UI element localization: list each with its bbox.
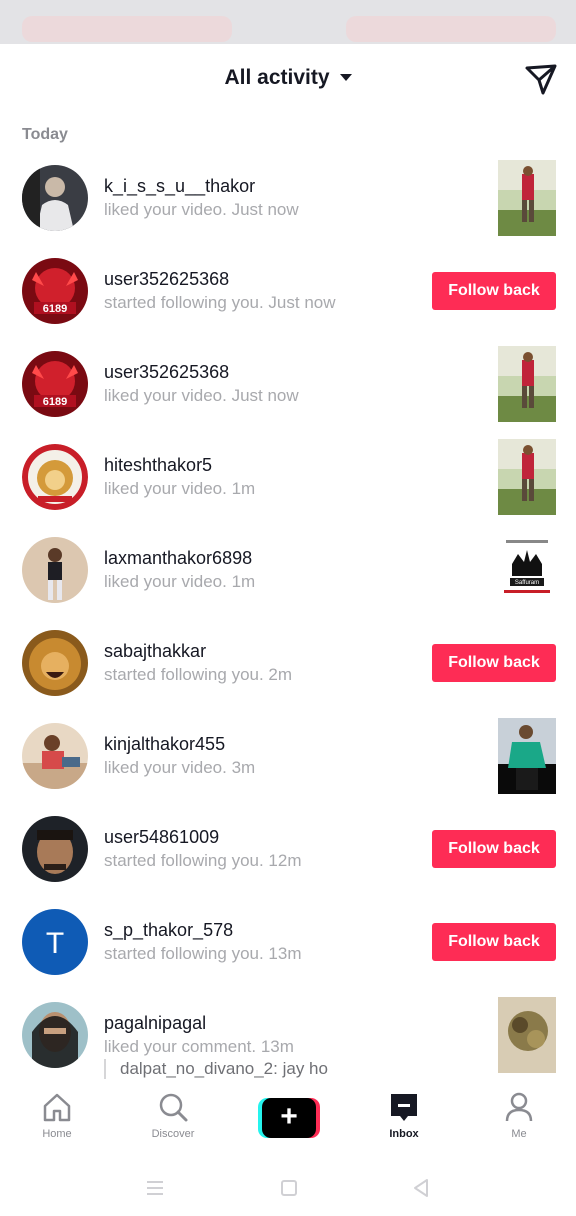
nav-label: Home <box>42 1128 72 1140</box>
avatar[interactable]: T <box>22 909 88 975</box>
section-label-today: Today <box>22 126 68 143</box>
video-thumbnail[interactable] <box>498 997 556 1073</box>
nav-home[interactable]: Home <box>7 1090 107 1140</box>
nav-label: Inbox <box>389 1128 419 1140</box>
activity-text: liked your video. 1m <box>104 479 256 498</box>
activity-text: started following you. 12m <box>104 851 302 870</box>
activity-text: liked your video. 1m <box>104 572 256 591</box>
activity-text: liked your video. Just now <box>104 386 299 405</box>
username[interactable]: pagalnipagal <box>104 1011 424 1035</box>
avatar[interactable] <box>22 816 88 882</box>
activity-row[interactable]: 6189 user352625368 started following you… <box>0 245 576 338</box>
activity-header: All activity <box>0 44 576 114</box>
activity-text: liked your video. 3m <box>104 758 256 777</box>
activity-row[interactable]: laxmanthakor6898 liked your video. 1m Sa… <box>0 524 576 617</box>
follow-back-button[interactable]: Follow back <box>432 923 556 961</box>
activity-row[interactable]: k_i_s_s_u__thakor liked your video. Just… <box>0 152 576 245</box>
username[interactable]: user352625368 <box>104 360 424 384</box>
activity-row[interactable]: sabajthakkar started following you. 2m F… <box>0 617 576 710</box>
search-icon <box>159 1093 188 1122</box>
person-icon <box>505 1092 533 1122</box>
activity-filter-dropdown[interactable]: All activity <box>0 66 576 90</box>
back-icon[interactable] <box>409 1176 433 1200</box>
activity-row[interactable]: T s_p_thakor_578 started following you. … <box>0 896 576 989</box>
svg-text:Saffuram: Saffuram <box>515 580 539 586</box>
nav-me[interactable]: Me <box>469 1090 569 1140</box>
activity-row[interactable]: 6189 user352625368 liked your video. Jus… <box>0 338 576 431</box>
svg-text:6189: 6189 <box>43 303 67 315</box>
nav-discover[interactable]: Discover <box>123 1090 223 1140</box>
username[interactable]: laxmanthakor6898 <box>104 546 424 570</box>
status-bar-blur-left <box>22 16 232 42</box>
status-bar <box>0 0 576 44</box>
username[interactable]: hiteshthakor5 <box>104 453 424 477</box>
video-thumbnail[interactable] <box>498 346 556 422</box>
svg-text:6189: 6189 <box>43 396 67 408</box>
avatar[interactable]: 6189 <box>22 258 88 324</box>
svg-text:T: T <box>46 927 64 960</box>
bottom-navigation: Home Discover + Inbox Me <box>0 1080 576 1156</box>
nav-label: Discover <box>151 1128 195 1140</box>
video-thumbnail[interactable]: Saffuram <box>498 532 556 608</box>
avatar[interactable] <box>22 630 88 696</box>
username[interactable]: sabajthakkar <box>104 639 424 663</box>
follow-back-button[interactable]: Follow back <box>432 830 556 868</box>
username[interactable]: user352625368 <box>104 267 424 291</box>
activity-text: started following you. 13m <box>104 944 302 963</box>
activity-list: k_i_s_s_u__thakor liked your video. Just… <box>0 152 576 1082</box>
avatar[interactable]: 6189 <box>22 351 88 417</box>
menu-icon[interactable] <box>143 1176 167 1200</box>
home-icon <box>43 1093 71 1122</box>
username[interactable]: k_i_s_s_u__thakor <box>104 174 424 198</box>
nav-label: Me <box>511 1128 527 1140</box>
video-thumbnail[interactable] <box>498 439 556 515</box>
username[interactable]: s_p_thakor_578 <box>104 918 424 942</box>
create-video-button[interactable]: + <box>258 1098 320 1138</box>
avatar[interactable] <box>22 1002 88 1068</box>
avatar[interactable] <box>22 165 88 231</box>
follow-back-button[interactable]: Follow back <box>432 644 556 682</box>
username[interactable]: kinjalthakor455 <box>104 732 424 756</box>
activity-text: liked your comment. 13m <box>104 1037 294 1056</box>
activity-row[interactable]: pagalnipagal liked your comment. 13m dal… <box>0 989 576 1082</box>
activity-text: started following you. 2m <box>104 665 293 684</box>
status-bar-blur-right <box>346 16 556 42</box>
caret-down-icon <box>339 74 352 81</box>
home-square-icon[interactable] <box>277 1176 301 1200</box>
activity-row[interactable]: kinjalthakor455 liked your video. 3m <box>0 710 576 803</box>
system-navigation-bar <box>0 1156 576 1216</box>
activity-text: started following you. Just now <box>104 293 336 312</box>
plus-icon: + <box>280 1100 298 1133</box>
avatar[interactable] <box>22 444 88 510</box>
nav-inbox[interactable]: Inbox <box>354 1090 454 1140</box>
avatar[interactable] <box>22 537 88 603</box>
page-title: All activity <box>224 66 330 89</box>
activity-row[interactable]: user54861009 started following you. 12m … <box>0 803 576 896</box>
follow-back-button[interactable]: Follow back <box>432 272 556 310</box>
activity-row[interactable]: hiteshthakor5 liked your video. 1m <box>0 431 576 524</box>
send-message-icon[interactable] <box>524 62 558 96</box>
activity-text: liked your video. Just now <box>104 200 299 219</box>
comment-snippet: dalpat_no_divano_2: jay ho <box>104 1059 328 1079</box>
video-thumbnail[interactable] <box>498 160 556 236</box>
username[interactable]: user54861009 <box>104 825 424 849</box>
video-thumbnail[interactable] <box>498 718 556 794</box>
avatar[interactable] <box>22 723 88 789</box>
inbox-icon <box>391 1094 417 1121</box>
